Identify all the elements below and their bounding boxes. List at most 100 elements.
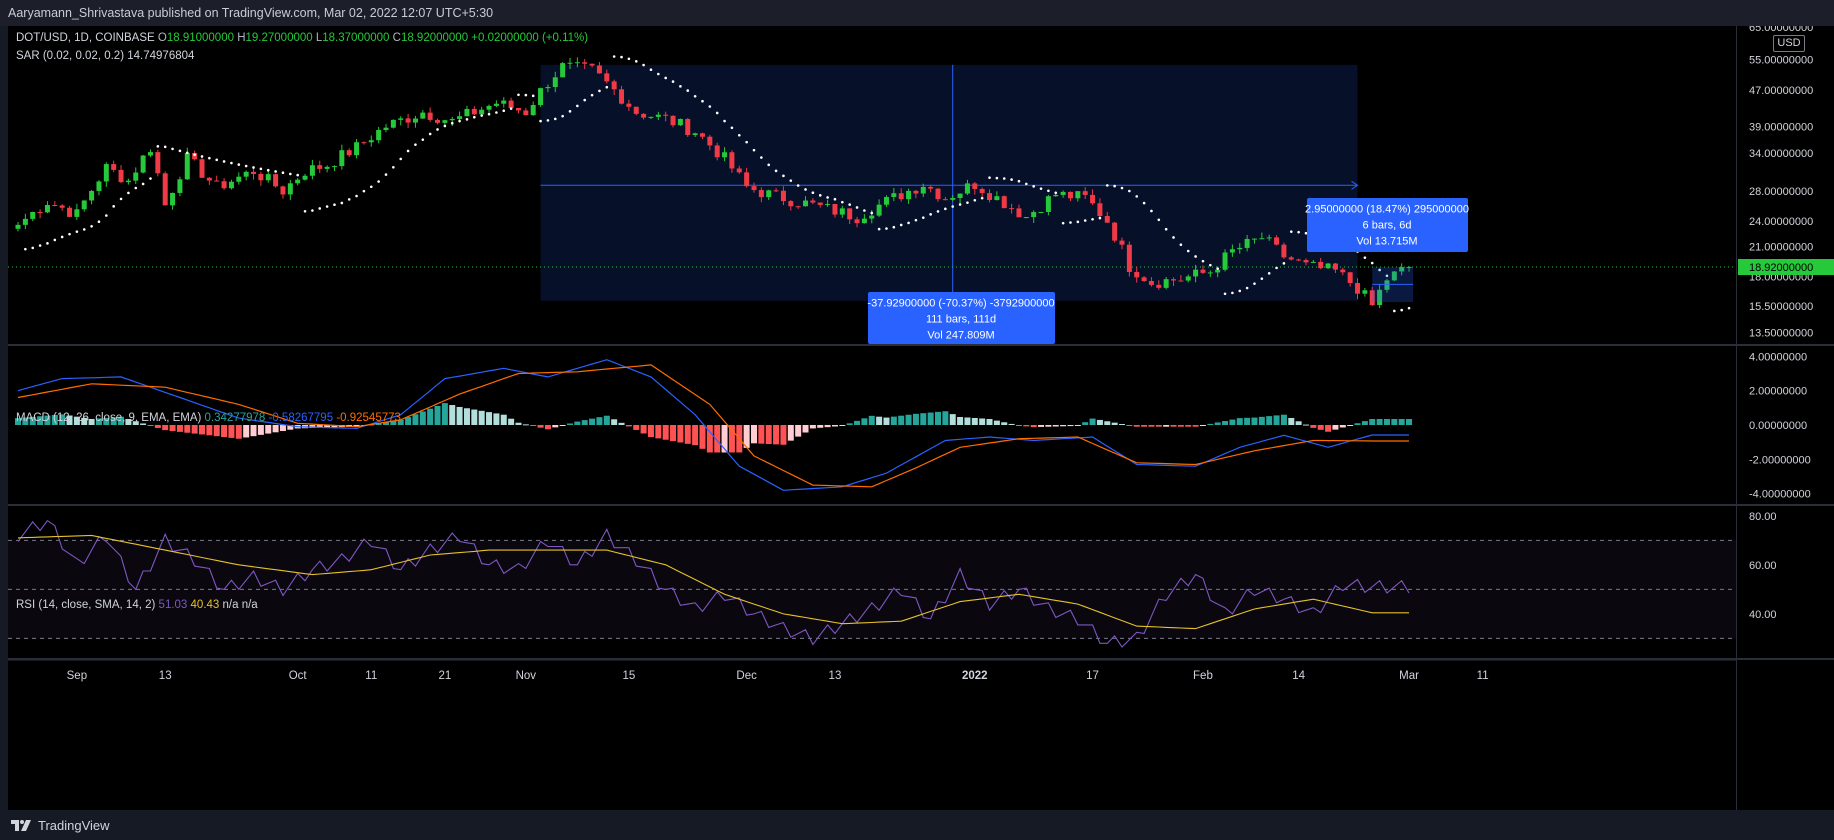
sar-dot <box>671 80 675 83</box>
candle <box>722 152 728 158</box>
candle <box>479 109 485 115</box>
time-tick-label: 11 <box>1477 670 1489 682</box>
candle <box>1171 279 1177 281</box>
macd-hist-bar <box>537 425 544 428</box>
sar-value: 14.74976804 <box>127 50 195 62</box>
candle <box>839 208 845 215</box>
candle <box>435 119 441 123</box>
candle <box>1303 260 1309 263</box>
candle <box>1156 284 1162 288</box>
candle <box>847 208 853 220</box>
candle <box>883 197 889 205</box>
price-tick-label: 34.00000000 <box>1749 148 1813 160</box>
macd-hist-bar <box>964 417 971 425</box>
macd-hist-bar <box>662 425 669 440</box>
macd-hist-bar <box>1303 424 1309 426</box>
candle <box>913 190 919 194</box>
high-value: 19.27000000 <box>245 32 313 44</box>
sar-dot <box>1201 259 1205 263</box>
candle <box>530 105 536 116</box>
sar-dot <box>1393 309 1396 313</box>
rsi-label[interactable]: RSI (14, close, SMA, 14, 2) <box>16 599 155 611</box>
macd-histogram <box>15 403 1413 453</box>
sar-dot <box>38 244 42 247</box>
macd-hist-bar <box>1148 425 1155 427</box>
macd-hist-bar <box>1038 425 1045 427</box>
macd-hist-bar <box>1082 422 1089 425</box>
time-tick-label: 17 <box>1086 670 1099 682</box>
symbol-label[interactable]: DOT/USD, 1D, COINBASE <box>16 32 155 44</box>
macd-hist-bar <box>603 415 610 425</box>
candle <box>295 179 301 184</box>
macd-hist-bar <box>1119 423 1125 425</box>
candle <box>405 118 411 123</box>
macd-hist-bar <box>927 412 934 425</box>
currency-badge[interactable]: USD <box>1773 35 1805 52</box>
candle <box>699 133 705 137</box>
sar-dot <box>303 209 307 213</box>
candle <box>861 218 867 224</box>
tradingview-logo[interactable]: TradingView <box>10 812 110 838</box>
macd-hist-bar <box>1236 418 1243 425</box>
candle <box>177 179 183 193</box>
candle <box>346 150 352 156</box>
sar-dot <box>1142 201 1146 205</box>
sar-dot <box>576 104 579 108</box>
macd-hist-bar <box>824 425 831 428</box>
price-axis[interactable]: 65.00000000 55.00000000 47.00000000 39.0000… <box>1736 22 1834 810</box>
sar-dot <box>414 143 417 146</box>
candle <box>1178 280 1184 282</box>
candle <box>1038 212 1044 214</box>
sar-dot <box>384 173 388 176</box>
sar-dot <box>458 119 461 123</box>
candle <box>280 186 286 195</box>
candle <box>111 164 117 170</box>
candle <box>155 152 161 174</box>
macd-hist-bar <box>890 416 897 425</box>
candle <box>493 103 499 106</box>
time-tick-label: 11 <box>365 670 377 682</box>
macd-hist-bar <box>1214 422 1221 425</box>
sar-dot <box>473 115 476 119</box>
macd-hist-bar <box>1273 415 1280 425</box>
sar-dot <box>252 166 255 169</box>
macd-hist-bar <box>1280 414 1287 425</box>
macd-hist-bar <box>1111 422 1118 425</box>
macd-hist-bar <box>1126 425 1133 426</box>
macd-hist-bar <box>633 425 640 430</box>
macd-hist-bar <box>773 425 780 445</box>
macd-hist-bar <box>1325 425 1332 432</box>
macd-hist-bar <box>1369 418 1376 425</box>
candle <box>751 186 757 191</box>
macd-hist-bar <box>427 408 434 425</box>
sar-dot <box>333 203 336 207</box>
macd-label[interactable]: MACD (12, 26, close, 9, EMA, EMA) <box>16 412 201 424</box>
macd-hist-bar <box>1288 417 1295 425</box>
candle <box>170 192 176 206</box>
sar-label[interactable]: SAR (0.02, 0.02, 0.2) <box>16 50 124 62</box>
sar-dot <box>517 93 520 97</box>
macd-hist-bar <box>1207 423 1214 425</box>
macd-hist-bar <box>1391 418 1398 425</box>
macd-hist-bar <box>942 411 949 425</box>
macd-hist-bar <box>596 417 603 425</box>
candle <box>287 183 293 195</box>
macd-legend: MACD (12, 26, close, 9, EMA, EMA) 0.3427… <box>16 412 401 424</box>
candle <box>898 193 904 200</box>
candle <box>265 174 271 181</box>
macd-hist-bar <box>1244 417 1251 425</box>
candle <box>1097 203 1103 217</box>
macd-hist-bar <box>751 425 757 444</box>
candle <box>449 118 455 121</box>
rsi-tick-label: 40.00 <box>1749 609 1777 621</box>
candle <box>1112 222 1118 241</box>
sar-dot <box>311 209 314 212</box>
candle <box>1134 271 1140 278</box>
macd-signal-value: -0.92545773 <box>336 412 401 424</box>
macd-hist-bar <box>986 418 993 425</box>
candle <box>810 200 816 203</box>
candle <box>567 62 573 64</box>
candle <box>1347 272 1353 284</box>
sar-dot <box>634 60 638 63</box>
sar-dot <box>97 220 101 224</box>
